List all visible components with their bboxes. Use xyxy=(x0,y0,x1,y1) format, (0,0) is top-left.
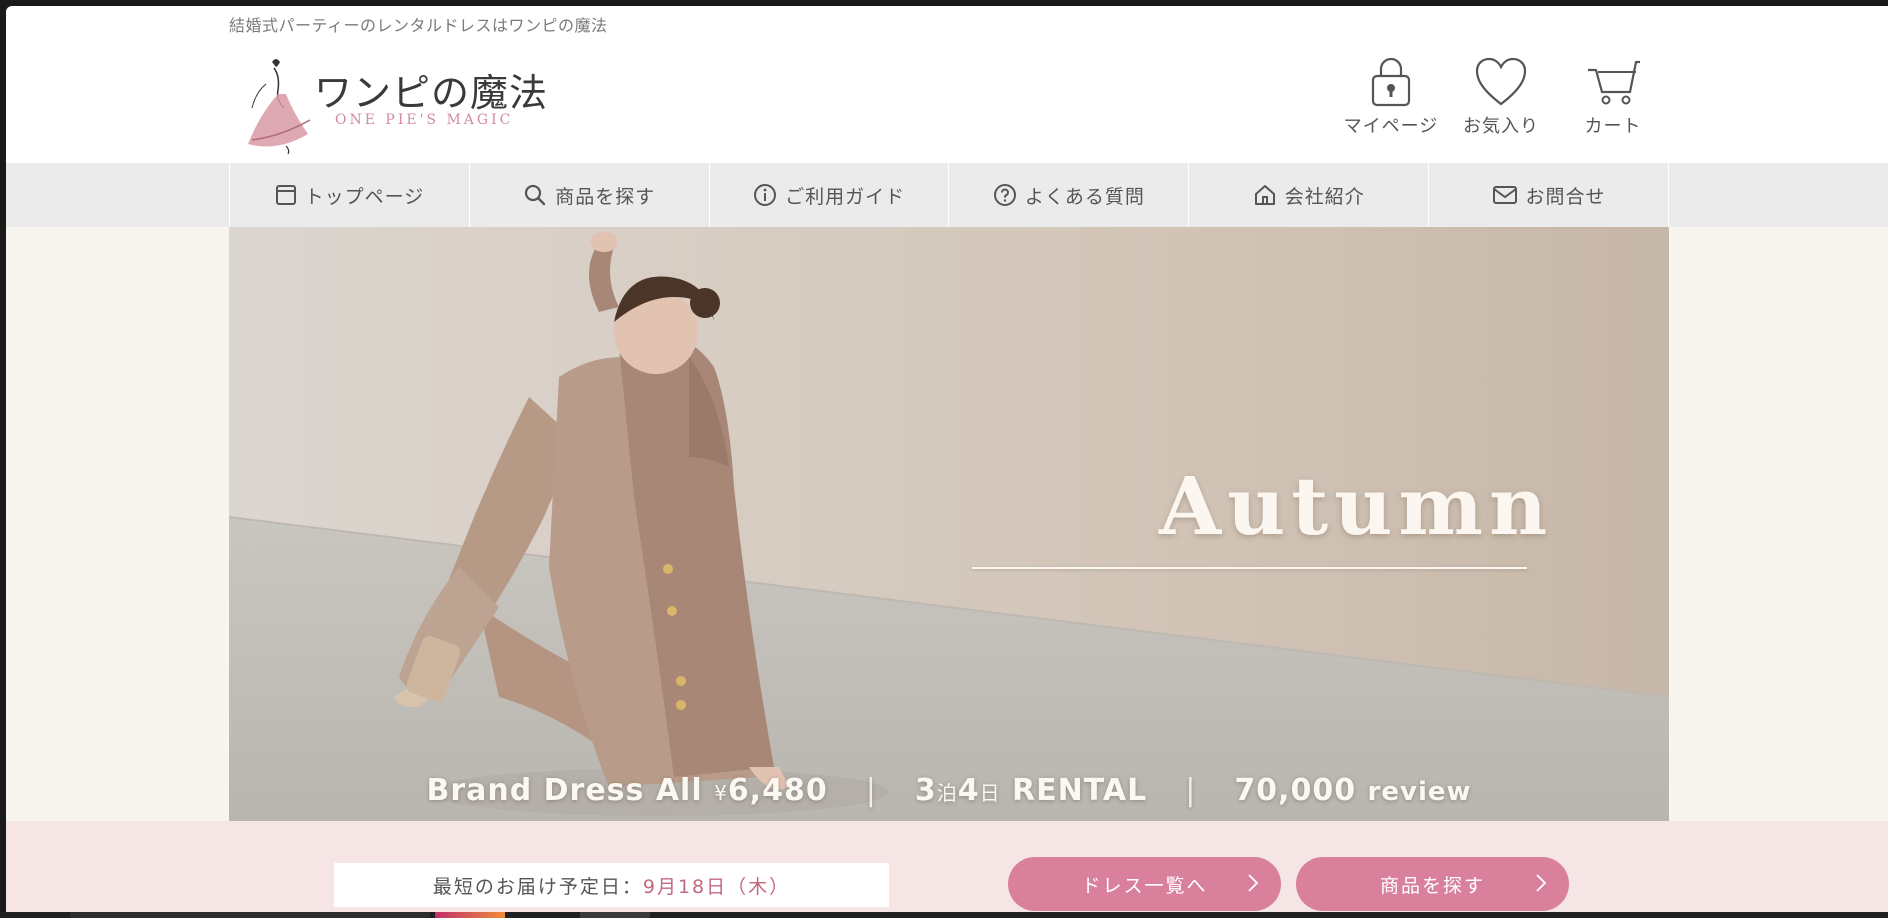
site-tagline: 結婚式パーティーのレンタルドレスはワンピの魔法 xyxy=(229,16,608,35)
nav-item-usage-guide[interactable]: ご利用ガイド xyxy=(708,163,949,227)
nav-label-contact: お問合せ xyxy=(1525,185,1606,208)
delivery-estimate: 最短のお届け予定日： 9月18日（木） xyxy=(334,863,889,907)
hero-promo-line: Brand Dress All ¥6,480 | 3泊4日 RENTAL | 7… xyxy=(229,765,1669,815)
promo-brand-dress: Brand Dress All ¥6,480 xyxy=(426,773,827,808)
header-actions: マイページ お気入り カート xyxy=(1336,56,1656,146)
nav-label-search-products: 商品を探す xyxy=(555,185,656,208)
taskbar-segment xyxy=(70,912,430,918)
taskbar-segment xyxy=(580,912,650,918)
nav-label-top-page: トップページ xyxy=(304,185,425,208)
chevron-right-icon xyxy=(1536,874,1547,892)
nav-item-contact[interactable]: お問合せ xyxy=(1428,163,1669,227)
hero-banner[interactable]: Autumn Brand Dress All ¥6,480 | 3泊4日 REN… xyxy=(229,227,1669,821)
mypage-label: マイページ xyxy=(1343,116,1439,137)
promo-nights-unit: 泊 xyxy=(936,780,958,805)
chevron-right-icon xyxy=(1248,874,1259,892)
nav-label-usage-guide: ご利用ガイド xyxy=(785,185,906,208)
nav-label-faq: よくある質問 xyxy=(1024,185,1145,208)
site-logo[interactable]: ワンピの魔法 ONE PIE'S MAGIC xyxy=(242,54,552,154)
logo-japanese-text: ワンピの魔法 xyxy=(314,71,549,115)
cart-button[interactable]: カート xyxy=(1558,56,1668,138)
mail-icon xyxy=(1492,186,1517,204)
dress-list-button-label: ドレス一覧へ xyxy=(1081,874,1208,897)
main-navigation: トップページ 商品を探す ご利用ガイド よくある質問 会社紹介 お問合せ xyxy=(6,163,1888,227)
promo-days: 4 xyxy=(957,772,980,808)
cart-label: カート xyxy=(1584,116,1642,137)
nav-label-company: 会社紹介 xyxy=(1284,185,1365,208)
cart-icon xyxy=(1588,60,1640,105)
promo-days-unit: 日 xyxy=(979,780,1001,805)
promo-rental-text: RENTAL xyxy=(1012,772,1148,808)
nav-item-company[interactable]: 会社紹介 xyxy=(1188,163,1428,227)
promo-brand-dress-text: Brand Dress All xyxy=(426,772,703,808)
promo-price: 6,480 xyxy=(727,772,828,808)
delivery-date: 9月18日（木） xyxy=(642,875,791,898)
info-icon xyxy=(754,184,777,206)
search-products-button-label: 商品を探す xyxy=(1379,874,1485,897)
home-icon xyxy=(1254,185,1275,205)
promo-separator-2: | xyxy=(1185,772,1197,808)
favorites-label: お気入り xyxy=(1463,116,1539,137)
browser-window-icon xyxy=(275,185,296,205)
dress-illustration-icon xyxy=(248,59,311,154)
taskbar-app-icon[interactable] xyxy=(435,912,505,918)
search-icon xyxy=(525,184,546,206)
dress-list-button[interactable]: ドレス一覧へ xyxy=(1008,857,1281,911)
heart-icon xyxy=(1475,57,1527,106)
lock-icon xyxy=(1371,57,1411,107)
browser-page: 結婚式パーティーのレンタルドレスはワンピの魔法 ワンピの魔法 ONE PIE'S… xyxy=(6,6,1888,912)
nav-item-top-page[interactable]: トップページ xyxy=(229,163,469,227)
question-icon xyxy=(993,184,1016,206)
hero-headline: Autumn xyxy=(1159,459,1554,553)
favorites-button[interactable]: お気入り xyxy=(1446,56,1556,138)
nav-item-search-products[interactable]: 商品を探す xyxy=(468,163,709,227)
mypage-button[interactable]: マイページ xyxy=(1336,56,1446,138)
promo-separator-1: | xyxy=(865,772,877,808)
promo-nights: 3 xyxy=(914,772,937,808)
promo-review-label: review xyxy=(1367,776,1472,807)
promo-yen-sign: ¥ xyxy=(714,780,728,805)
logo-english-text: ONE PIE'S MAGIC xyxy=(335,112,514,128)
search-products-button[interactable]: 商品を探す xyxy=(1296,857,1569,911)
os-taskbar-strip xyxy=(0,912,1888,918)
promo-review-count: 70,000 xyxy=(1234,772,1357,808)
hero-divider xyxy=(972,567,1527,569)
promo-reviews: 70,000 review xyxy=(1234,773,1471,808)
delivery-label: 最短のお届け予定日： xyxy=(432,875,643,898)
promo-rental: 3泊4日 RENTAL xyxy=(915,773,1147,808)
bottom-action-bar: 最短のお届け予定日： 9月18日（木） ドレス一覧へ 商品を探す xyxy=(6,821,1888,912)
nav-item-faq[interactable]: よくある質問 xyxy=(948,163,1188,227)
